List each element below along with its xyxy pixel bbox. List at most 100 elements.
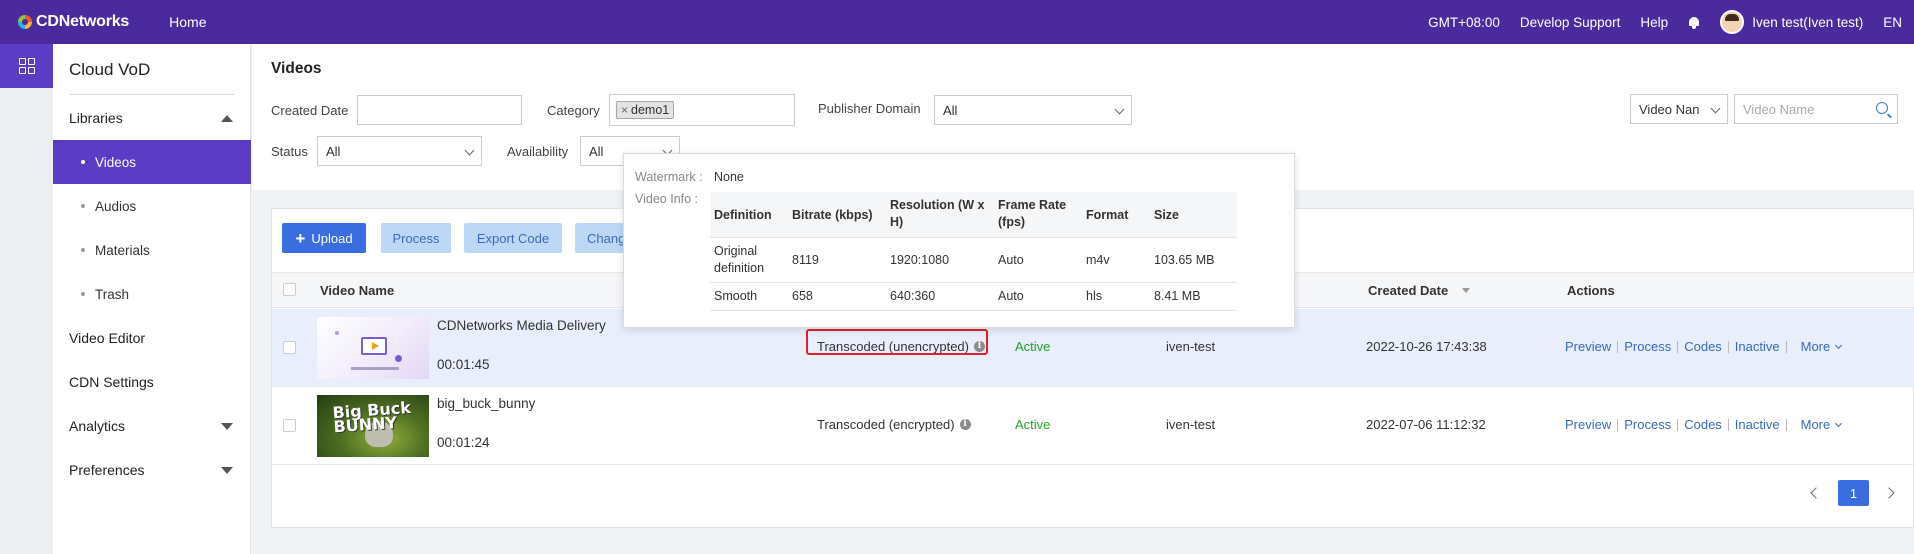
- sidebar-item-materials[interactable]: Materials: [53, 228, 251, 272]
- video-info-row: Smooth 658 640:360 Auto hls 8.41 MB: [710, 283, 1237, 311]
- brand-logo[interactable]: CDNetworks: [18, 13, 129, 31]
- availability-value: All: [589, 143, 604, 159]
- publisher-domain: iven-test: [1166, 417, 1216, 432]
- develop-support-link[interactable]: Develop Support: [1520, 15, 1621, 30]
- cell-size: 103.65 MB: [1154, 253, 1215, 267]
- apps-button[interactable]: [0, 44, 53, 88]
- header-size: Size: [1154, 208, 1180, 222]
- home-link[interactable]: Home: [169, 14, 206, 30]
- sidebar-item-label: Audios: [95, 198, 137, 214]
- sidebar-item-video-editor[interactable]: Video Editor: [53, 316, 251, 360]
- sidebar-item-label: Video Editor: [69, 330, 146, 346]
- column-created-date[interactable]: Created Date: [1368, 283, 1448, 298]
- search-icon[interactable]: [1876, 102, 1888, 114]
- cdnetworks-logo-icon: [18, 15, 32, 29]
- upload-label: Upload: [311, 230, 353, 246]
- change-label: Chang: [587, 230, 626, 246]
- page-button-current[interactable]: 1: [1838, 480, 1869, 506]
- cell-frame-rate: Auto: [998, 289, 1024, 303]
- close-icon[interactable]: ×: [621, 103, 628, 117]
- category-tag[interactable]: × demo1: [616, 101, 675, 119]
- created-date-input[interactable]: [357, 95, 522, 125]
- cell-bitrate: 658: [792, 289, 813, 303]
- chevron-left-icon[interactable]: [1810, 487, 1822, 499]
- sidebar-item-label: Analytics: [69, 418, 126, 434]
- language-selector[interactable]: EN: [1883, 15, 1902, 30]
- app-rail: [0, 44, 53, 554]
- chevron-down-icon: [1114, 104, 1125, 115]
- status-text: Transcoded (encrypted): [817, 417, 955, 432]
- video-thumbnail[interactable]: Big Buck BUNNY: [317, 395, 429, 457]
- category-tag-label: demo1: [631, 103, 670, 117]
- process-link[interactable]: Process: [1624, 417, 1671, 432]
- export-code-label: Export Code: [476, 230, 550, 246]
- bullet-icon: [81, 292, 85, 296]
- user-menu[interactable]: Iven test(Iven test): [1720, 10, 1863, 34]
- publisher-domain-value: All: [943, 102, 958, 118]
- sidebar-item-audios[interactable]: Audios: [53, 184, 251, 228]
- column-video-name[interactable]: Video Name: [320, 283, 394, 298]
- help-link[interactable]: Help: [1640, 15, 1668, 30]
- search-input[interactable]: Video Name: [1734, 94, 1898, 124]
- codes-link[interactable]: Codes: [1684, 417, 1722, 432]
- process-button[interactable]: Process: [381, 223, 451, 253]
- timezone-selector[interactable]: GMT+08:00: [1428, 15, 1500, 30]
- status-label: Status: [271, 144, 308, 159]
- cell-definition: Smooth: [714, 289, 758, 303]
- status-select[interactable]: All: [317, 136, 482, 166]
- bell-icon[interactable]: [1688, 16, 1700, 29]
- sidebar-item-preferences[interactable]: Preferences: [53, 448, 251, 492]
- chevron-right-icon[interactable]: [1883, 487, 1895, 499]
- sort-down-icon[interactable]: [1462, 288, 1470, 293]
- inactive-link[interactable]: Inactive: [1735, 339, 1780, 354]
- table-row: Big Buck BUNNY big_buck_bunny 00:01:24 T…: [272, 387, 1914, 465]
- process-label: Process: [392, 230, 440, 246]
- video-info-label: Video Info :: [635, 192, 699, 206]
- sidebar-item-label: CDN Settings: [69, 374, 154, 390]
- cell-format: m4v: [1086, 253, 1110, 267]
- sidebar-item-cdn-settings[interactable]: CDN Settings: [53, 360, 251, 404]
- sidebar-item-analytics[interactable]: Analytics: [53, 404, 251, 448]
- availability-label: Availability: [507, 144, 569, 159]
- more-label: More: [1800, 417, 1831, 432]
- sidebar-item-trash[interactable]: Trash: [53, 272, 251, 316]
- more-dropdown[interactable]: More: [1800, 417, 1843, 432]
- created-date: 2022-10-26 17:43:38: [1366, 339, 1487, 354]
- chevron-down-icon: [464, 145, 475, 156]
- inactive-link[interactable]: Inactive: [1735, 417, 1780, 432]
- export-code-button[interactable]: Export Code: [464, 223, 562, 253]
- publisher-domain-select[interactable]: All: [934, 95, 1132, 125]
- created-date: 2022-07-06 11:12:32: [1366, 417, 1486, 432]
- video-duration: 00:01:45: [437, 357, 490, 372]
- sidebar-item-videos[interactable]: Videos: [53, 140, 251, 184]
- upload-button[interactable]: + Upload: [282, 223, 366, 253]
- bullet-icon: [81, 248, 85, 252]
- video-name[interactable]: CDNetworks Media Delivery: [437, 318, 606, 333]
- row-checkbox[interactable]: [283, 341, 296, 354]
- cell-resolution: 1920:1080: [890, 253, 950, 267]
- video-name[interactable]: big_buck_bunny: [437, 396, 535, 411]
- preview-link[interactable]: Preview: [1565, 417, 1611, 432]
- caret-up-icon: [221, 114, 233, 122]
- preview-link[interactable]: Preview: [1565, 339, 1611, 354]
- search-type-select[interactable]: Video Nan: [1630, 94, 1728, 124]
- sidebar-item-label: Preferences: [69, 462, 145, 478]
- process-link[interactable]: Process: [1624, 339, 1671, 354]
- brand-name: CDNetworks: [36, 13, 130, 30]
- highlight-box: [806, 329, 988, 355]
- plus-icon: +: [295, 228, 306, 248]
- grid-icon: [18, 58, 35, 74]
- play-icon: [361, 337, 387, 355]
- video-thumbnail[interactable]: [317, 317, 429, 379]
- info-icon[interactable]: i: [959, 419, 971, 430]
- row-checkbox[interactable]: [283, 419, 296, 432]
- codes-link[interactable]: Codes: [1684, 339, 1722, 354]
- category-select[interactable]: × demo1: [609, 94, 795, 126]
- cell-frame-rate: Auto: [998, 253, 1024, 267]
- transcode-status: Transcoded (encrypted) i: [817, 417, 971, 432]
- more-dropdown[interactable]: More: [1801, 339, 1843, 354]
- sidebar-item-libraries[interactable]: Libraries: [53, 96, 251, 140]
- select-all-checkbox[interactable]: [283, 283, 296, 296]
- chevron-down-icon: [1710, 103, 1721, 114]
- sidebar-title: Cloud VoD: [69, 60, 151, 79]
